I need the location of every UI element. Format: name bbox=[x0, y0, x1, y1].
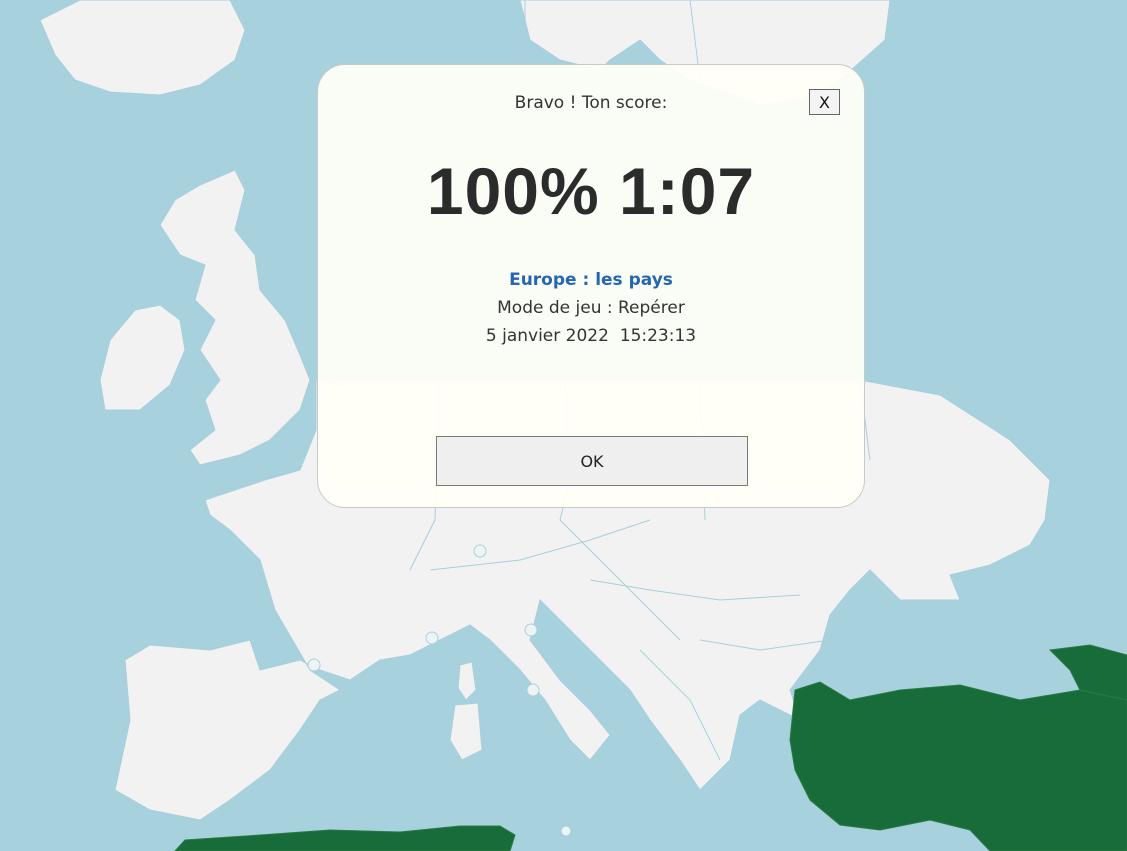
north-africa-shape[interactable] bbox=[174, 825, 516, 851]
game-time: 15:23:13 bbox=[619, 326, 697, 346]
iceland-shape[interactable] bbox=[39, 0, 246, 96]
ireland-shape[interactable] bbox=[99, 304, 186, 411]
caucasus-shape[interactable] bbox=[1048, 644, 1127, 701]
game-date: 5 janvier 2022 bbox=[485, 326, 609, 346]
corsica-shape[interactable] bbox=[457, 661, 477, 701]
malta-dot[interactable] bbox=[560, 825, 572, 837]
game-mode: Mode de jeu : Repérer bbox=[497, 298, 685, 318]
game-title: Europe : les pays bbox=[509, 270, 673, 290]
liechtenstein-dot[interactable] bbox=[473, 544, 487, 558]
monaco-dot[interactable] bbox=[425, 631, 439, 645]
score-display: 100% 1:07 bbox=[318, 153, 864, 229]
score-percent: 100% bbox=[426, 154, 600, 228]
san-marino-dot[interactable] bbox=[524, 623, 538, 637]
great-britain-shape[interactable] bbox=[159, 169, 311, 466]
andorra-dot[interactable] bbox=[307, 658, 321, 672]
close-button[interactable]: X bbox=[809, 89, 840, 115]
game-datetime: 5 janvier 2022 15:23:13 bbox=[318, 326, 864, 346]
vatican-dot[interactable] bbox=[526, 683, 540, 697]
sardinia-shape[interactable] bbox=[449, 702, 483, 761]
turkey-shape[interactable] bbox=[789, 681, 1127, 851]
ok-button[interactable]: OK bbox=[436, 436, 748, 486]
dialog-title: Bravo ! Ton score: bbox=[514, 93, 668, 113]
score-dialog: Bravo ! Ton score: X 100% 1:07 Europe : … bbox=[317, 64, 865, 508]
score-time: 1:07 bbox=[619, 154, 756, 228]
